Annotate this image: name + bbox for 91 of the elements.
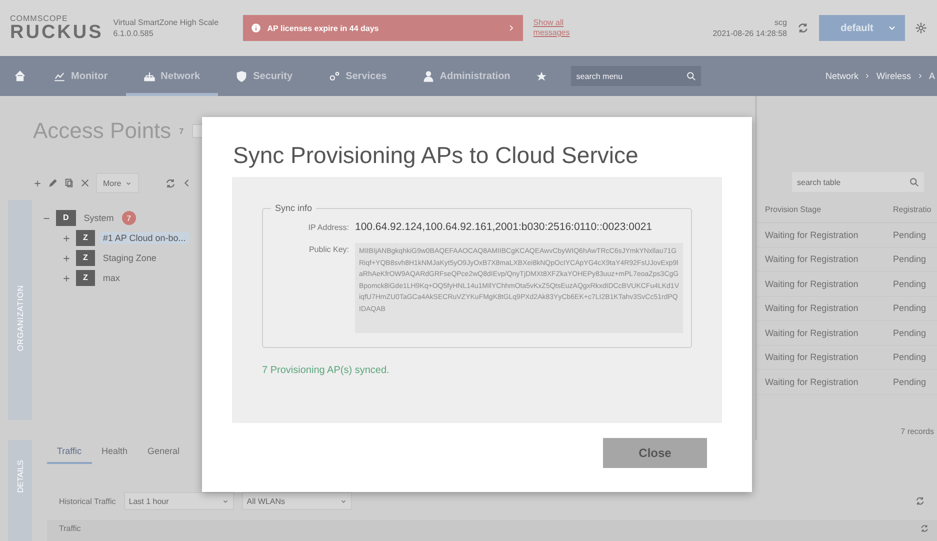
breadcrumb-link[interactable]: Wireless [876,71,911,81]
nav-tab[interactable]: Administration [404,56,528,96]
table-cell-text: Waiting for Registration [765,230,860,240]
edit-icon[interactable] [48,178,58,188]
tree-item[interactable]: System [80,212,117,224]
plus-icon[interactable] [62,234,71,242]
tree-item[interactable]: Staging Zone [100,252,160,264]
count-text: 7 [179,126,184,136]
time-range-dropdown[interactable]: Last 1 hour [124,492,234,510]
domain-dropdown[interactable]: default [819,15,905,41]
host-name: scg [774,18,787,27]
chevron-right-icon [916,73,923,79]
organization-tab[interactable]: ORGANIZATION [8,200,32,420]
search-field[interactable]: search menu [571,66,702,86]
messages-link[interactable]: Show all messages [533,18,580,38]
alert-banner[interactable]: AP licenses expire in 44 days [243,15,524,41]
refresh-icon[interactable] [915,496,925,506]
nav-tab[interactable]: Monitor [36,56,126,96]
plus-icon[interactable] [33,178,42,188]
close-icon[interactable] [80,178,90,188]
column-header[interactable]: Registratio [893,204,937,214]
tree-item[interactable]: #1 AP Cloud on-bo... [100,232,189,244]
star-icon[interactable] [536,70,548,82]
records-count: 7 records [900,427,934,436]
company-logo: COMMSCOPE [10,14,69,22]
table-cell-text: Waiting for Registration [765,303,860,314]
details-tab[interactable]: DETAILS [8,440,32,541]
field-label: Public Key: [308,244,349,254]
chart-icon [54,70,65,82]
brand-logo: RUCKUS [10,22,104,42]
plus-icon[interactable] [62,274,71,282]
ip-address-value: 100.64.92.124,100.64.92.161,2001:b030:2516:0110::0023:0021 [355,221,652,233]
count-badge: 7 [122,211,136,225]
dialog-title: Sync Provisioning APs to Cloud Service [233,142,638,168]
table-search-field[interactable]: search table [792,172,924,192]
search-icon [909,177,919,187]
shield-icon [236,70,248,82]
table-cell-text: Waiting for Registration [765,278,860,289]
table-cell-text: Pending [893,303,928,314]
product-name: Virtual SmartZone High Scale [113,18,220,27]
chevron-right-icon [507,24,516,32]
column-header[interactable]: Provision Stage [765,204,893,214]
table-cell-text: Waiting for Registration [765,352,860,362]
search-icon [686,71,696,81]
table-cell-text: Pending [893,254,928,264]
node-type-tag: Z [76,270,95,286]
version-text: 6.1.0.0.585 [113,29,154,38]
field-label: IP Address: [307,222,349,232]
chevron-down-icon [222,498,229,504]
table-cell-text: Pending [893,328,928,338]
copy-icon[interactable] [64,178,74,188]
historical-traffic-label: Historical Traffic [59,496,116,506]
settings-icon[interactable] [915,22,927,34]
table-cell-text: Waiting for Registration [765,376,860,387]
wlan-dropdown[interactable]: All WLANs [242,492,352,510]
node-type-tag: Z [76,230,95,246]
refresh-icon[interactable] [165,178,176,188]
details-tab-item[interactable]: Traffic [47,446,92,464]
info-icon [251,23,262,33]
refresh-icon[interactable] [920,524,929,533]
group-legend: Sync info [271,203,316,213]
more-dropdown[interactable]: More [96,173,140,193]
square-icon [192,124,204,138]
close-button[interactable]: Close [603,438,707,468]
nav-tab[interactable]: Network [126,56,218,96]
chevron-right-icon [864,73,870,79]
refresh-icon[interactable] [797,22,809,34]
table-cell-text: Pending [893,278,928,289]
nav-tab[interactable]: Services [310,56,405,96]
panel-title: Traffic [59,524,81,535]
home-icon[interactable] [14,70,26,82]
table-cell-text: Pending [893,376,928,387]
sync-status-text: 7 Provisioning AP(s) synced. [262,365,390,376]
person-icon [422,70,434,82]
chevron-down-icon [125,180,132,186]
node-type-tag: D [56,210,76,226]
details-tab-item[interactable]: Health [92,446,138,464]
nav-tab[interactable]: Security [218,56,311,96]
table-cell-text: Pending [893,230,928,240]
breadcrumb-link[interactable]: Network [825,71,858,81]
chevron-down-icon [340,498,347,504]
tree-item[interactable]: max [100,272,123,284]
date-time: 2021-08-26 14:28:58 [712,29,787,38]
table-cell-text: Pending [893,352,928,362]
network-icon [144,70,155,82]
plus-icon[interactable] [62,254,71,262]
details-tab-item[interactable]: General [138,446,190,464]
table-cell-text: Waiting for Registration [765,254,860,264]
table-cell-text: Waiting for Registration [765,328,860,338]
node-type-tag: Z [76,250,95,266]
breadcrumb-link[interactable]: A [928,71,935,81]
